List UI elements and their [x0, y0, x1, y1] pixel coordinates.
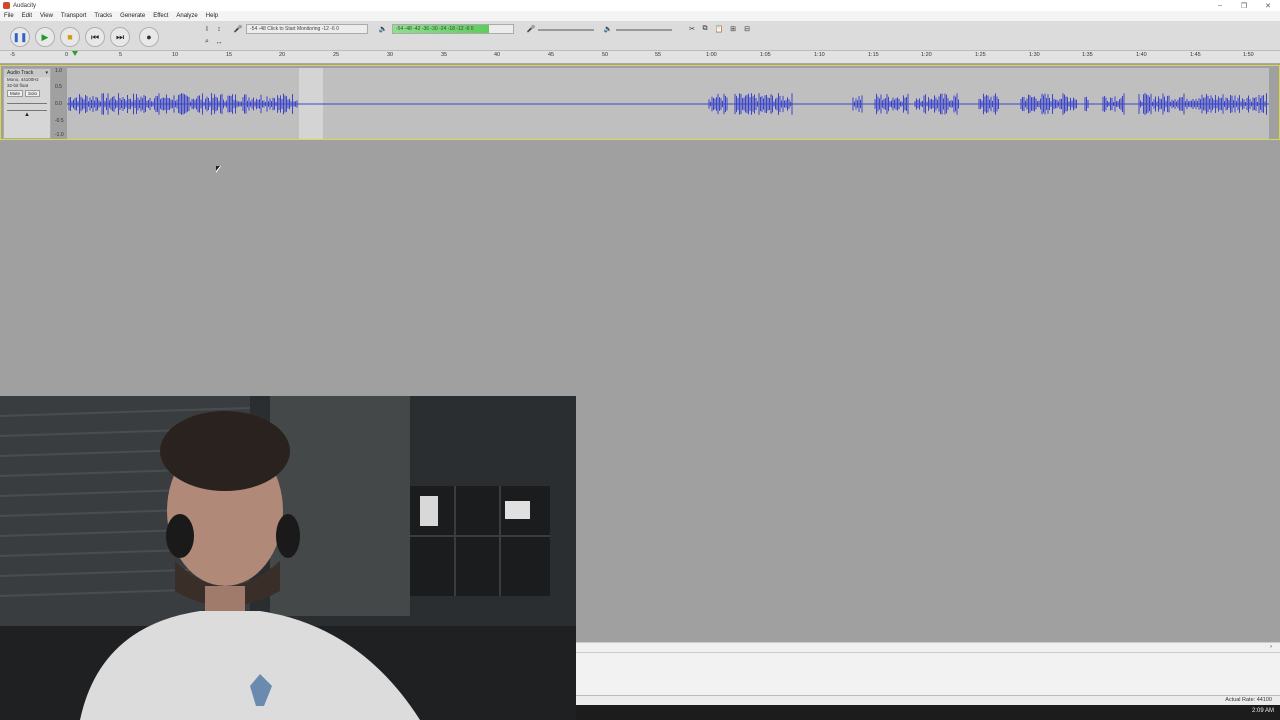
cut-icon[interactable]: ✂: [687, 24, 697, 34]
pan-slider[interactable]: [4, 105, 50, 112]
ruler-tick: 25: [333, 52, 340, 58]
microphone-icon: 🎤: [233, 26, 243, 33]
ruler-tick: 15: [226, 52, 233, 58]
paste-icon[interactable]: 📋: [714, 24, 724, 34]
toolbar: ❚❚ ▶ ■ ⏮ ⏭ ● I ↕ ⌕ ↔ 🎤 -54 -48 Click to …: [0, 21, 1280, 51]
zoom-tool-icon[interactable]: ⌕: [202, 37, 212, 47]
record-meter[interactable]: -54 -48 Click to Start Monitoring -12 -6…: [246, 24, 368, 34]
ruler-tick: 50: [602, 52, 609, 58]
track-name-button[interactable]: Audio Track ▾: [4, 69, 50, 77]
ruler-tick: 40: [494, 52, 501, 58]
mute-button[interactable]: Mute: [7, 90, 24, 97]
horizontal-scrollbar[interactable]: ›: [576, 642, 1280, 652]
ruler-tick: 55: [655, 52, 662, 58]
pause-button[interactable]: ❚❚: [10, 27, 30, 47]
mouse-cursor-icon: [216, 166, 221, 173]
play-button[interactable]: ▶: [35, 27, 55, 47]
envelope-tool-icon[interactable]: ↕: [214, 24, 224, 34]
webcam-image: [0, 396, 576, 720]
track-menu-chevron-icon[interactable]: ▾: [45, 70, 48, 76]
ruler-tick: 35: [441, 52, 448, 58]
menu-analyze[interactable]: Analyze: [172, 13, 201, 19]
scale-label: 1.0: [55, 68, 62, 74]
ruler-tick: 10: [172, 52, 179, 58]
title-bar: Audacity – ❐ ✕: [0, 0, 1280, 11]
selection-tool-icon[interactable]: I: [202, 24, 212, 34]
timeshift-tool-icon[interactable]: ↔: [214, 37, 224, 47]
ruler-tick: 1:35: [1082, 52, 1093, 58]
menu-help[interactable]: Help: [202, 13, 222, 19]
menu-file[interactable]: File: [0, 13, 18, 19]
ruler-tick: 45: [548, 52, 555, 58]
actual-rate-label: Actual Rate: 44100: [1225, 697, 1272, 703]
scale-label: -0.5: [55, 118, 64, 124]
playback-volume-slider[interactable]: [616, 29, 672, 31]
restore-icon[interactable]: ❐: [1232, 0, 1256, 11]
scroll-right-icon[interactable]: ›: [1270, 644, 1272, 650]
playhead-marker-icon[interactable]: [72, 51, 78, 56]
window-title: Audacity: [13, 2, 37, 9]
menu-transport[interactable]: Transport: [57, 13, 90, 19]
collapse-track-icon[interactable]: ▲: [4, 112, 50, 118]
menu-bar: File Edit View Transport Tracks Generate…: [0, 11, 1280, 21]
ruler-tick: 1:15: [868, 52, 879, 58]
ruler-tick: 1:45: [1190, 52, 1201, 58]
speaker-icon: 🔈: [378, 26, 388, 33]
waveform-area[interactable]: [67, 68, 1269, 139]
scale-label: 0.0: [55, 101, 62, 107]
taskbar-clock: 2:09 AM: [1251, 708, 1274, 714]
ruler-tick: 30: [387, 52, 394, 58]
ruler-tick: 5: [119, 52, 123, 58]
ruler-tick: 1:10: [814, 52, 825, 58]
track-name: Audio Track: [7, 70, 34, 76]
skip-start-button[interactable]: ⏮: [85, 27, 105, 47]
ruler-tick: 1:20: [921, 52, 932, 58]
timeline-ruler[interactable]: -5 0 5 10 15 20 25 30 35 40 45 50 55 1:0…: [0, 51, 1280, 64]
solo-button[interactable]: Solo: [25, 90, 41, 97]
recording-volume-slider[interactable]: [538, 29, 594, 31]
speaker-volume-icon: 🔈: [603, 26, 613, 33]
ruler-tick: 0: [65, 52, 69, 58]
copy-icon[interactable]: ⧉: [700, 24, 710, 34]
trim-icon[interactable]: ⊞: [728, 24, 738, 34]
skip-end-button[interactable]: ⏭: [110, 27, 130, 47]
os-taskbar: 2:09 AM: [576, 705, 1280, 720]
close-icon[interactable]: ✕: [1256, 0, 1280, 11]
ruler-tick: 1:05: [760, 52, 771, 58]
minimize-icon[interactable]: –: [1208, 0, 1232, 11]
waveform-svg: [67, 93, 1269, 115]
scale-label: -1.0: [55, 132, 64, 138]
selection-toolbar: [576, 652, 1280, 695]
gain-slider[interactable]: [4, 98, 50, 105]
ruler-tick: 20: [279, 52, 286, 58]
audio-track[interactable]: Audio Track ▾ Mono, 44100Hz 32-bit float…: [0, 65, 1280, 140]
amplitude-scale: 1.0 0.5 0.0 -0.5 -1.0: [53, 68, 65, 139]
ruler-tick: 1:25: [975, 52, 986, 58]
mic-volume-icon: 🎤: [526, 26, 536, 33]
menu-edit[interactable]: Edit: [18, 13, 36, 19]
menu-tracks[interactable]: Tracks: [90, 13, 116, 19]
audacity-app-icon: [3, 2, 10, 9]
scale-label: 0.5: [55, 84, 62, 90]
ruler-tick: -5: [10, 52, 15, 58]
menu-view[interactable]: View: [36, 13, 57, 19]
menu-generate[interactable]: Generate: [116, 13, 149, 19]
record-button[interactable]: ●: [139, 27, 159, 47]
stop-button[interactable]: ■: [60, 27, 80, 47]
ruler-tick: 1:30: [1029, 52, 1040, 58]
ruler-tick: 1:00: [706, 52, 717, 58]
ruler-tick: 1:50: [1243, 52, 1254, 58]
status-bar: Actual Rate: 44100: [576, 695, 1280, 705]
webcam-overlay: [0, 396, 576, 720]
window-controls: – ❐ ✕: [1208, 0, 1280, 11]
ruler-tick: 1:40: [1136, 52, 1147, 58]
menu-effect[interactable]: Effect: [149, 13, 172, 19]
silence-icon[interactable]: ⊟: [742, 24, 752, 34]
track-control-panel: Audio Track ▾ Mono, 44100Hz 32-bit float…: [3, 68, 51, 139]
playback-meter[interactable]: -54 -48 -42 -36 -30 -24 -18 -12 -6 0: [392, 24, 514, 34]
